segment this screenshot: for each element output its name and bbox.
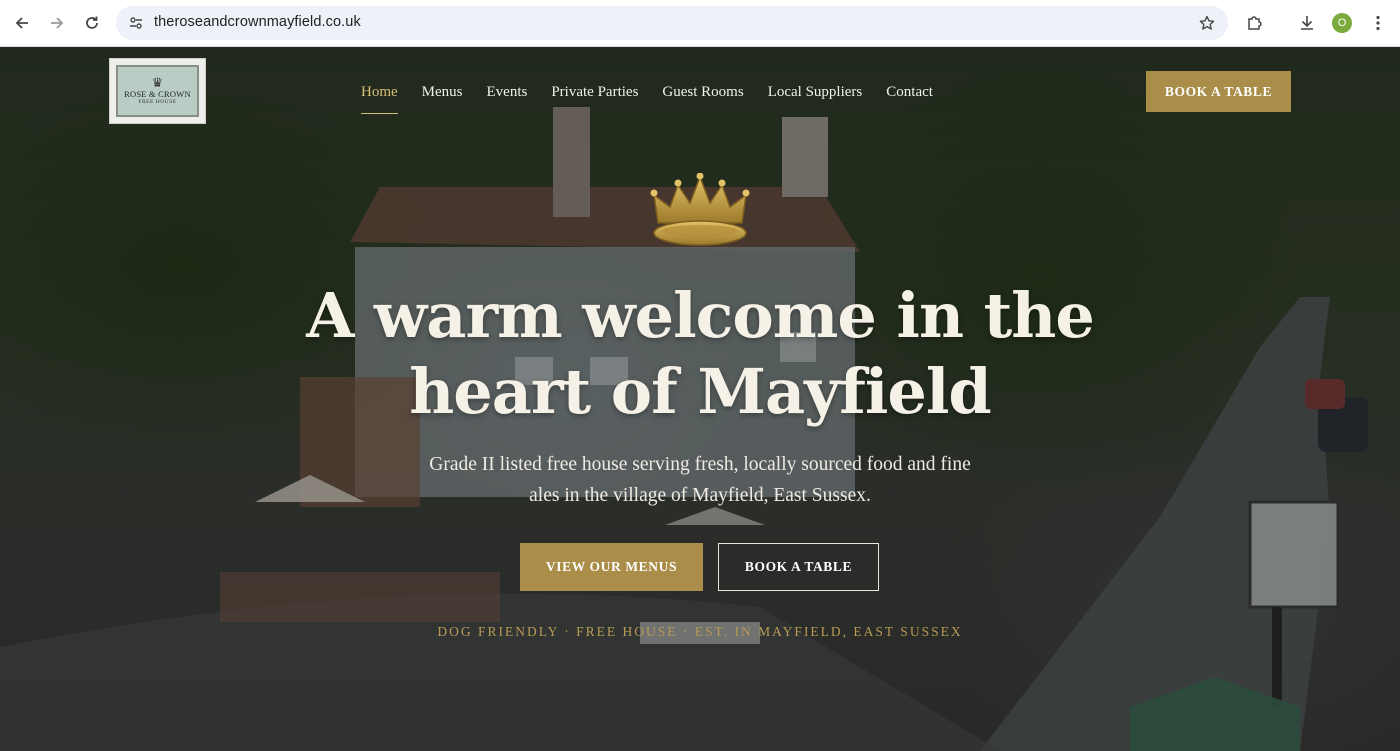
nav-menus[interactable]: Menus [422, 83, 463, 105]
reload-icon[interactable] [80, 11, 104, 35]
logo-name: ROSE & CROWN [124, 88, 191, 99]
nav-home[interactable]: Home [361, 83, 398, 114]
logo-crown-icon: ♛ [151, 74, 164, 90]
logo-subtitle: FREE HOUSE [138, 98, 177, 105]
profile-avatar[interactable]: O [1332, 13, 1352, 33]
nav-local-suppliers[interactable]: Local Suppliers [768, 83, 863, 105]
download-icon[interactable] [1295, 11, 1319, 35]
url-text[interactable]: theroseandcrownmayfield.co.uk [154, 14, 361, 30]
hero-subtitle: Grade II listed free house serving fresh… [380, 449, 1020, 511]
nav-private-parties[interactable]: Private Parties [551, 83, 638, 105]
hero-subtitle-line-2: ales in the village of Mayfield, East Su… [529, 485, 871, 506]
browser-toolbar: theroseandcrownmayfield.co.uk O [0, 0, 1400, 47]
website-viewport: ♛ ROSE & CROWN FREE HOUSE Home Menus Eve… [0, 47, 1400, 751]
hero-tagline: DOG FRIENDLY · FREE HOUSE · EST. IN MAYF… [437, 624, 963, 639]
logo-sign: ♛ ROSE & CROWN FREE HOUSE [116, 65, 199, 117]
crown-icon [650, 173, 750, 246]
hero-subtitle-line-1: Grade II listed free house serving fresh… [429, 454, 971, 475]
site-info-icon[interactable] [124, 11, 148, 35]
nav-guest-rooms[interactable]: Guest Rooms [662, 83, 743, 105]
view-menus-button[interactable]: VIEW OUR MENUS [520, 543, 703, 591]
star-icon[interactable] [1196, 12, 1218, 34]
more-vert-icon[interactable] [1366, 11, 1390, 35]
hero-title-line-2: heart of Mayfield [409, 355, 992, 428]
nav-contact[interactable]: Contact [886, 83, 933, 105]
forward-arrow-icon[interactable] [45, 11, 69, 35]
header-book-table-button[interactable]: BOOK A TABLE [1146, 71, 1291, 112]
hero-book-table-button[interactable]: BOOK A TABLE [718, 543, 879, 591]
hero-title-line-1: A warm welcome in the [306, 279, 1095, 352]
hero-title: A warm welcome in the heart of Mayfield [300, 278, 1100, 430]
nav-events[interactable]: Events [487, 83, 528, 105]
site-logo[interactable]: ♛ ROSE & CROWN FREE HOUSE [109, 58, 206, 124]
address-bar[interactable]: theroseandcrownmayfield.co.uk [116, 6, 1228, 40]
extensions-icon[interactable] [1243, 11, 1267, 35]
main-navigation: Home Menus Events Private Parties Guest … [361, 83, 957, 114]
back-arrow-icon[interactable] [10, 11, 34, 35]
